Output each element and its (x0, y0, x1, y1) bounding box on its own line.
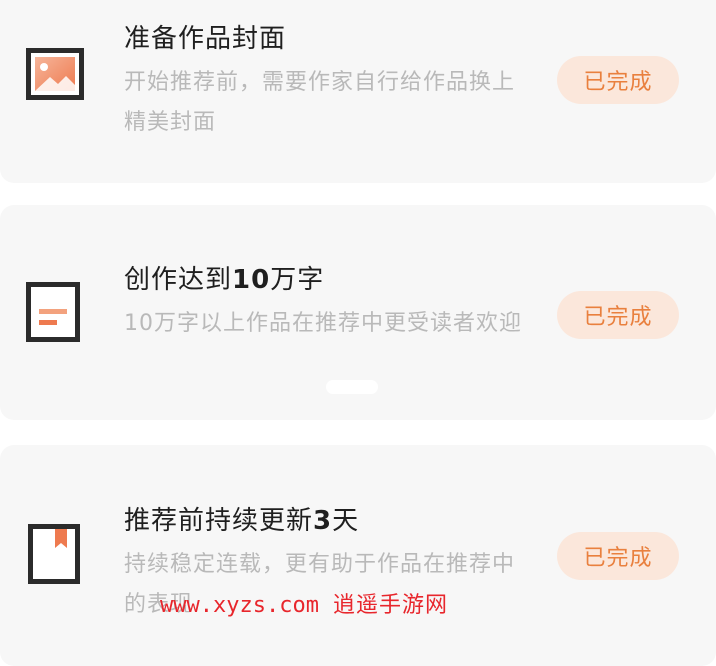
task-title-number: 10 (232, 265, 271, 295)
bookmark-icon (28, 524, 80, 584)
completed-button[interactable]: 已完成 (557, 291, 679, 339)
scroll-indicator (326, 380, 378, 394)
task-title: 准备作品封面 (124, 24, 287, 54)
task-title-prefix: 创作达到 (124, 265, 233, 295)
image-icon (26, 48, 84, 100)
watermark-url: www.xyzs.com (160, 593, 319, 618)
task-card-continuous-update: 推荐前持续更新3天 持续稳定连载，更有助于作品在推荐中的表现 已完成 (0, 445, 716, 666)
task-title-prefix: 推荐前持续更新 (124, 506, 314, 536)
task-title-number: 3 (313, 506, 333, 536)
watermark-name: 逍遥手游网 (332, 593, 448, 618)
completed-button[interactable]: 已完成 (557, 56, 679, 104)
task-title-suffix: 万字 (270, 265, 325, 295)
task-title: 推荐前持续更新3天 (124, 500, 359, 537)
task-title-suffix: 天 (332, 506, 360, 536)
site-watermark: www.xyzs.com 逍遥手游网 (160, 587, 448, 619)
document-icon (26, 282, 80, 342)
task-description: 10万字以上作品在推荐中更受读者欢迎 (124, 311, 522, 336)
task-description: 开始推荐前，需要作家自行给作品换上精美封面 (124, 70, 516, 135)
completed-button[interactable]: 已完成 (557, 532, 679, 580)
task-title: 创作达到10万字 (124, 259, 324, 296)
task-card-cover: 准备作品封面 开始推荐前，需要作家自行给作品换上精美封面 已完成 (0, 0, 716, 183)
